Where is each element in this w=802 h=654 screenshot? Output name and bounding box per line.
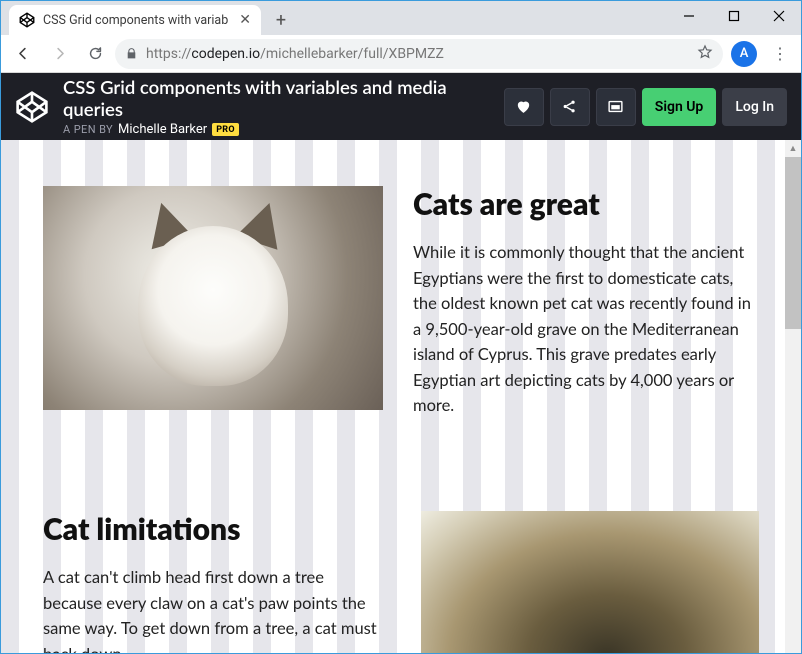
tab-title: CSS Grid components with variab — [43, 13, 231, 28]
browser-toolbar: https://codepen.io/michellebarker/full/X… — [1, 35, 801, 73]
pen-byline: A Pen By Michelle Barker PRO — [63, 122, 490, 137]
browser-tab[interactable]: CSS Grid components with variab ✕ — [9, 5, 261, 35]
tab-close-icon[interactable]: ✕ — [239, 12, 251, 28]
cat-image-2 — [421, 511, 759, 653]
pen-author[interactable]: Michelle Barker — [118, 122, 207, 137]
signup-label: Sign Up — [655, 99, 704, 115]
login-label: Log In — [735, 99, 774, 115]
signup-button[interactable]: Sign Up — [642, 88, 717, 126]
codepen-actions: Sign Up Log In — [504, 88, 787, 126]
address-bar[interactable]: https://codepen.io/michellebarker/full/X… — [115, 39, 723, 69]
cat-image-1 — [43, 186, 383, 410]
page-viewport: Cats are great While it is commonly thou… — [1, 140, 801, 653]
forward-button[interactable] — [43, 38, 75, 70]
new-tab-button[interactable]: + — [267, 6, 295, 34]
scroll-up-arrow-icon[interactable]: ▲ — [785, 140, 801, 157]
byline-prefix: A Pen By — [63, 123, 113, 136]
window-maximize-button[interactable] — [711, 1, 756, 31]
reload-button[interactable] — [79, 38, 111, 70]
section1-heading: Cats are great — [413, 186, 759, 222]
vertical-scrollbar[interactable]: ▲ — [785, 140, 801, 653]
scrollbar-thumb[interactable] — [785, 157, 801, 329]
article-section-1: Cats are great While it is commonly thou… — [413, 186, 759, 419]
pro-badge: PRO — [212, 123, 239, 136]
window-titlebar: CSS Grid components with variab ✕ + — [1, 1, 801, 35]
pen-title-block: CSS Grid components with variables and m… — [63, 76, 490, 137]
section2-body: A cat can't climb head first down a tree… — [43, 565, 383, 653]
window-controls — [666, 1, 801, 31]
lock-icon — [125, 47, 138, 60]
change-view-button[interactable] — [596, 88, 636, 126]
pen-title: CSS Grid components with variables and m… — [63, 76, 490, 120]
window-close-button[interactable] — [756, 1, 801, 31]
share-button[interactable] — [550, 88, 590, 126]
section2-heading: Cat limitations — [43, 511, 383, 547]
section1-body: While it is commonly thought that the an… — [413, 240, 759, 419]
avatar-letter: A — [740, 46, 749, 61]
article-section-2: Cat limitations A cat can't climb head f… — [43, 511, 383, 653]
article-grid: Cats are great While it is commonly thou… — [1, 140, 801, 653]
back-button[interactable] — [7, 38, 39, 70]
window-minimize-button[interactable] — [666, 1, 711, 31]
login-button[interactable]: Log In — [722, 88, 787, 126]
codepen-favicon-icon — [19, 12, 35, 28]
codepen-logo-icon[interactable] — [15, 90, 49, 124]
love-button[interactable] — [504, 88, 544, 126]
profile-avatar[interactable]: A — [731, 41, 757, 67]
codepen-header: CSS Grid components with variables and m… — [1, 73, 801, 140]
browser-menu-button[interactable]: ⋮ — [765, 44, 795, 63]
bookmark-star-icon[interactable] — [697, 44, 713, 64]
url-text: https://codepen.io/michellebarker/full/X… — [146, 46, 689, 62]
